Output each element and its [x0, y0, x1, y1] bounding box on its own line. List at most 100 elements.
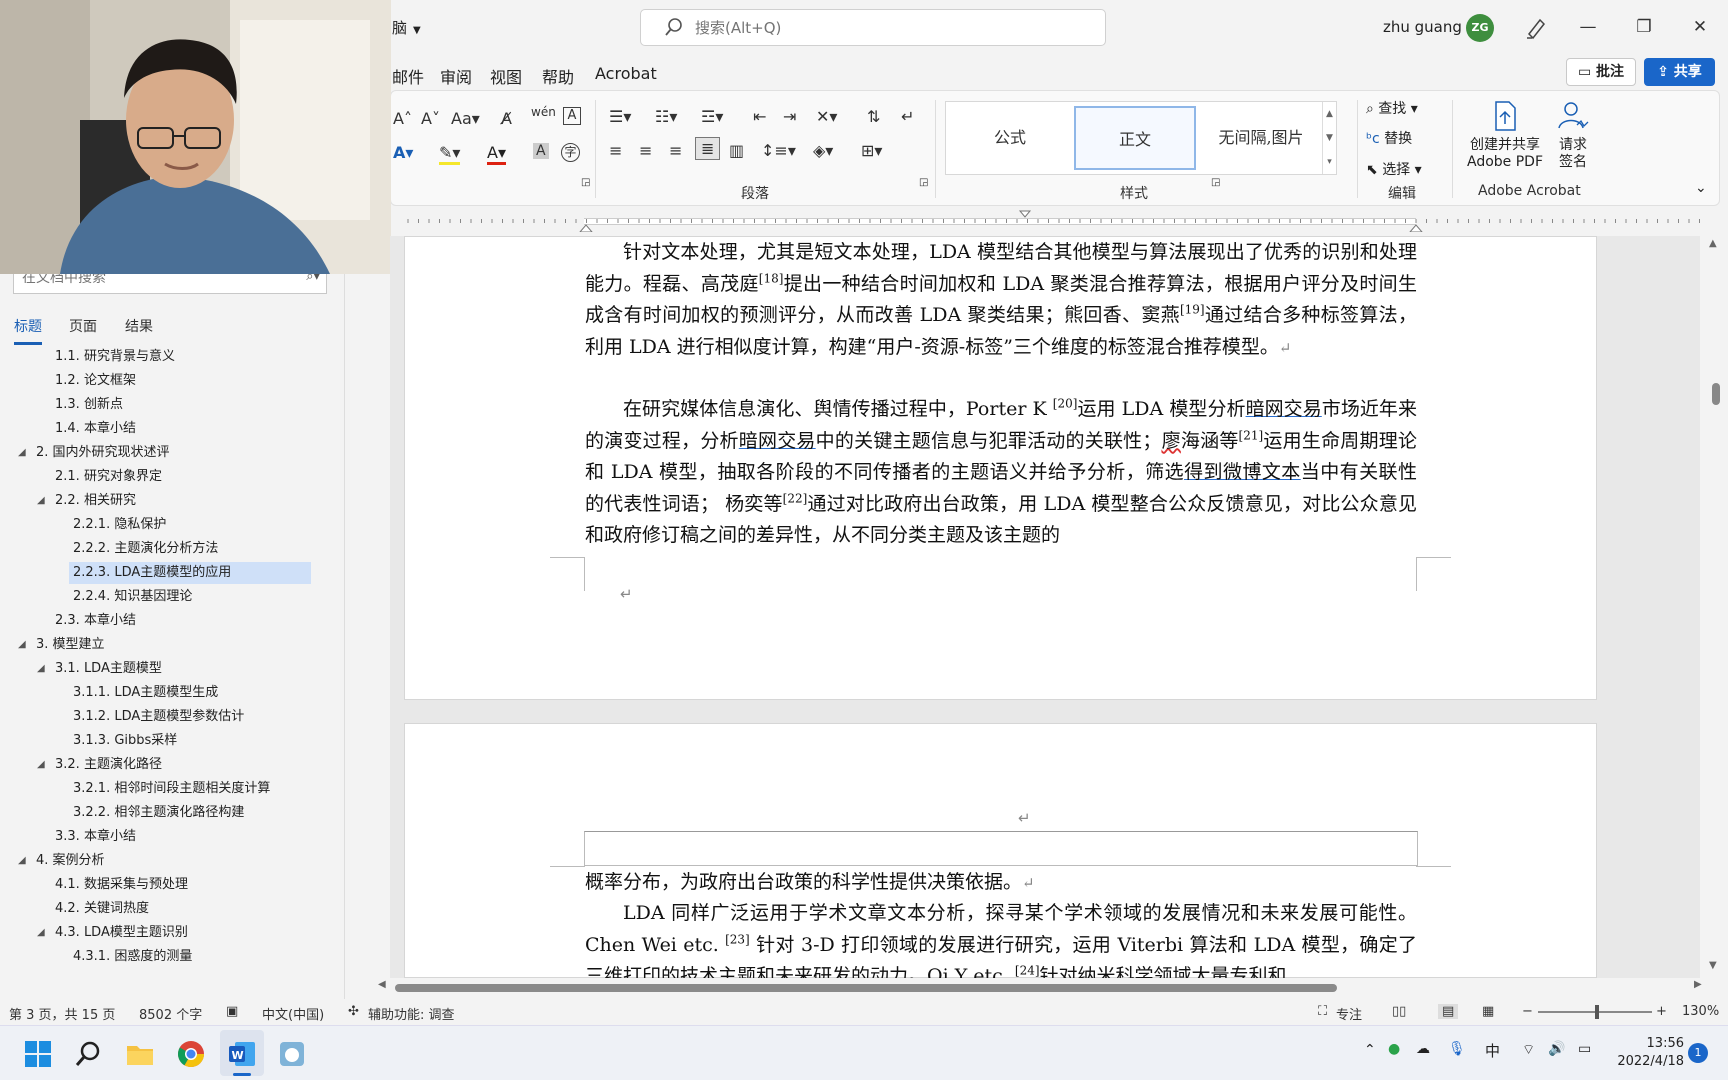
expand-triangle-icon[interactable]: ◢ — [18, 639, 26, 650]
enclose-char-icon[interactable]: 字 — [561, 143, 580, 162]
nav-heading-item[interactable]: 2.2. 相关研究 — [51, 490, 136, 512]
asian-layout-icon[interactable]: ✕▾ — [816, 107, 837, 126]
vertical-scroll-thumb[interactable] — [1712, 383, 1720, 405]
char-border-icon[interactable]: A — [563, 107, 581, 125]
expand-triangle-icon[interactable]: ◢ — [18, 855, 26, 866]
scroll-up-icon[interactable]: ▲ — [1709, 238, 1717, 249]
styles-scroll[interactable]: ▲ ▼ ▾ — [1322, 102, 1336, 174]
nav-heading-item[interactable]: 2.1. 研究对象界定 — [51, 466, 162, 488]
nav-heading-item[interactable]: 2. 国内外研究现状述评 — [32, 442, 170, 464]
web-layout-icon[interactable]: ▦ — [1482, 1004, 1494, 1019]
nav-heading-item[interactable]: 2.2.3. LDA主题模型的应用 — [69, 562, 311, 584]
tray-chevron-icon[interactable]: ⌃ — [1364, 1042, 1376, 1058]
decrease-indent-icon[interactable]: ⇤ — [753, 107, 766, 126]
focus-label[interactable]: 专注 — [1336, 1004, 1362, 1023]
word-count[interactable]: 8502 个字 — [139, 1004, 202, 1023]
document-title[interactable]: 脑 ▼ — [392, 17, 421, 38]
nav-heading-item[interactable]: 3.1. LDA主题模型 — [51, 658, 162, 680]
horizontal-scroll-thumb[interactable] — [395, 984, 1337, 992]
line-spacing-icon[interactable]: ↕≡▾ — [761, 141, 796, 160]
char-shading-icon[interactable]: A — [533, 143, 549, 159]
expand-triangle-icon[interactable]: ◢ — [18, 447, 26, 458]
shrink-font-icon[interactable]: A˅ — [421, 109, 440, 128]
style-no-spacing[interactable]: 无间隔,图片 — [1200, 106, 1322, 170]
body-paragraph[interactable]: LDA 同样广泛运用于学术文章文本分析，探寻某个学术领域的发展情况和未来发展可能… — [585, 898, 1417, 978]
close-icon[interactable]: ✕ — [1680, 10, 1720, 44]
font-dialog-launcher-icon[interactable]: ◲ — [581, 177, 590, 188]
nav-heading-item[interactable]: 4.3.1. 困惑度的测量 — [69, 946, 192, 968]
nav-heading-item[interactable]: 4.3. LDA模型主题识别 — [51, 922, 188, 944]
nav-heading-item[interactable]: 3.1.2. LDA主题模型参数估计 — [69, 706, 244, 728]
collapse-ribbon-icon[interactable]: ⌄ — [1695, 180, 1707, 196]
file-explorer-icon[interactable] — [124, 1038, 156, 1070]
bullets-icon[interactable]: ☰▾ — [609, 107, 631, 126]
styles-dialog-launcher-icon[interactable]: ◲ — [1211, 177, 1220, 188]
search-icon[interactable] — [72, 1038, 104, 1070]
increase-indent-icon[interactable]: ⇥ — [783, 107, 796, 126]
menu-view[interactable]: 视图 — [490, 64, 522, 88]
ruler[interactable] — [400, 210, 1710, 232]
nav-heading-item[interactable]: 3.2.1. 相邻时间段主题相关度计算 — [69, 778, 270, 800]
nav-heading-item[interactable]: 1.1. 研究背景与意义 — [51, 346, 175, 368]
tab-pages[interactable]: 页面 — [69, 316, 97, 336]
find-button[interactable]: ⌕ 查找 ▾ — [1366, 98, 1418, 118]
zoom-level[interactable]: 130% — [1682, 1004, 1719, 1019]
style-normal[interactable]: 正文 — [1074, 106, 1196, 170]
notification-badge[interactable]: 1 — [1688, 1043, 1708, 1063]
scroll-left-icon[interactable]: ◀ — [378, 979, 386, 990]
font-color-icon[interactable]: A▾ — [487, 143, 506, 165]
multilevel-list-icon[interactable]: ☲▾ — [701, 107, 723, 126]
nav-heading-item[interactable]: 2.3. 本章小结 — [51, 610, 136, 632]
nav-heading-item[interactable]: 1.2. 论文框架 — [51, 370, 136, 392]
nav-heading-item[interactable]: 3.1.1. LDA主题模型生成 — [69, 682, 218, 704]
shading-icon[interactable]: ◈▾ — [813, 141, 833, 160]
style-formula[interactable]: 公式 — [950, 106, 1070, 170]
nav-heading-item[interactable]: 3.3. 本章小结 — [51, 826, 136, 848]
menu-help[interactable]: 帮助 — [542, 64, 574, 88]
nav-heading-item[interactable]: 3.2.2. 相邻主题演化路径构建 — [69, 802, 244, 824]
read-mode-icon[interactable]: ▯▯ — [1392, 1004, 1406, 1019]
print-layout-icon[interactable]: ▤ — [1438, 1004, 1459, 1019]
scroll-right-icon[interactable]: ▶ — [1694, 979, 1702, 990]
proofing-icon[interactable]: ▣ — [226, 1004, 238, 1019]
accessibility-icon[interactable]: ✣ — [348, 1004, 359, 1019]
focus-icon[interactable]: ⛶ — [1318, 1004, 1327, 1019]
search-box[interactable] — [640, 9, 1106, 46]
zoom-in-icon[interactable]: + — [1656, 1004, 1667, 1019]
distributed-icon[interactable]: ▥ — [729, 141, 744, 160]
live-app-icon[interactable] — [276, 1038, 308, 1070]
wechat-tray-icon[interactable]: ● — [1388, 1041, 1400, 1057]
expand-triangle-icon[interactable]: ◢ — [37, 927, 45, 938]
borders-icon[interactable]: ⊞▾ — [861, 141, 882, 160]
pen-icon[interactable] — [1523, 14, 1549, 40]
select-button[interactable]: ⬉ 选择 ▾ — [1366, 159, 1422, 179]
expand-triangle-icon[interactable]: ◢ — [37, 759, 45, 770]
language-status[interactable]: 中文(中国) — [262, 1004, 324, 1023]
chrome-icon[interactable] — [175, 1038, 207, 1070]
menu-mailings[interactable]: 邮件 — [392, 64, 424, 88]
accessibility-status[interactable]: 辅助功能: 调查 — [368, 1004, 455, 1023]
nav-heading-item[interactable]: 4. 案例分析 — [32, 850, 105, 872]
tab-headings[interactable]: 标题 — [14, 316, 42, 345]
nav-heading-item[interactable]: 4.1. 数据采集与预处理 — [51, 874, 188, 896]
paragraph-dialog-launcher-icon[interactable]: ◲ — [919, 177, 928, 188]
phonetic-guide-icon[interactable]: wén — [531, 105, 556, 119]
body-paragraph[interactable]: 针对文本处理，尤其是短文本处理，LDA 模型结合其他模型与算法展现出了优秀的识别… — [585, 237, 1417, 364]
justify-icon[interactable]: ≣ — [695, 137, 721, 160]
vertical-scrollbar[interactable]: ▲ ▼ — [1705, 236, 1725, 976]
microphone-icon[interactable]: 🎙 — [1448, 1041, 1466, 1057]
battery-icon[interactable]: ▭ — [1578, 1041, 1591, 1057]
volume-icon[interactable]: 🔊 — [1548, 1041, 1565, 1057]
align-center-icon[interactable]: ≡ — [639, 141, 652, 160]
nav-heading-item[interactable]: 4.2. 关键词热度 — [51, 898, 149, 920]
tab-results[interactable]: 结果 — [125, 316, 153, 336]
zoom-slider-thumb[interactable] — [1595, 1005, 1599, 1019]
grow-font-icon[interactable]: A˄ — [393, 109, 412, 128]
search-input[interactable] — [695, 17, 1085, 39]
clear-format-icon[interactable]: A̸ — [501, 109, 512, 128]
body-paragraph[interactable]: 概率分布，为政府出台政策的科学性提供决策依据。↵ — [585, 867, 1417, 900]
restore-icon[interactable]: ❐ — [1624, 10, 1664, 44]
nav-heading-item[interactable]: 1.3. 创新点 — [51, 394, 123, 416]
share-button[interactable]: ⇪ 共享 — [1644, 58, 1715, 86]
minimize-icon[interactable]: — — [1568, 10, 1608, 44]
